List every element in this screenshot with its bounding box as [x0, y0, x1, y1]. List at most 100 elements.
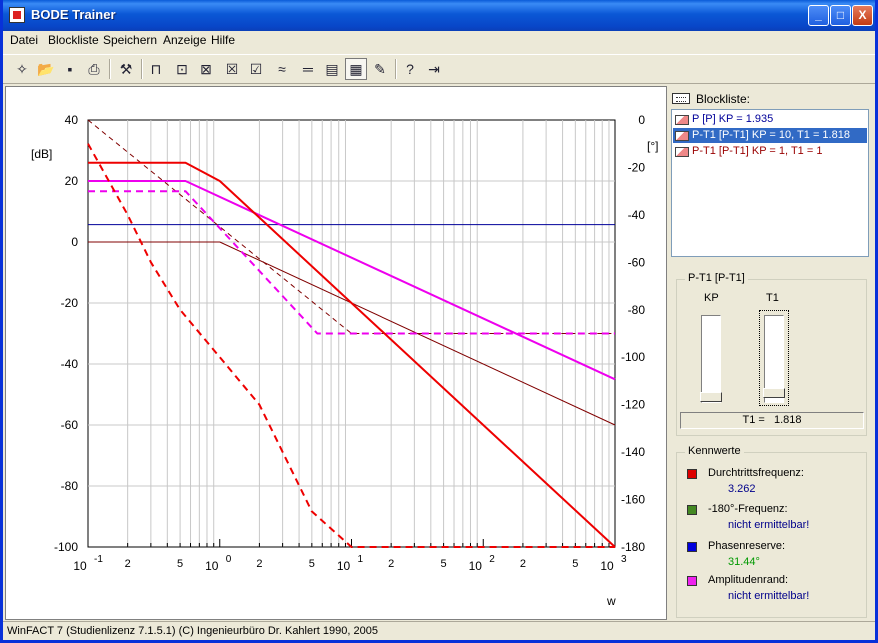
x-minor-label: 5 — [572, 558, 578, 570]
dt1-block-icon[interactable]: ⊠ — [195, 58, 217, 80]
window-title: BODE Trainer — [31, 7, 116, 22]
y-right-tick-label: -100 — [621, 350, 645, 364]
phase-margin-color-square — [687, 542, 697, 552]
bode-edit-icon[interactable]: ⚒ — [115, 58, 137, 80]
y-right-tick-label: -80 — [628, 303, 646, 317]
x-minor-label: 2 — [388, 558, 394, 570]
x-minor-label: 5 — [309, 558, 315, 570]
block-list[interactable]: P [P] KP = 1.935 P-T1 [P-T1] KP = 10, T1… — [671, 109, 869, 257]
close-button[interactable]: X — [852, 5, 873, 26]
menu-hilfe[interactable]: Hilfe — [211, 33, 235, 47]
minimize-button[interactable]: _ — [808, 5, 829, 26]
bode-plot: 40200-20-40-60-80-1000-20-40-60-80-100-1… — [31, 113, 658, 608]
x-decade-exponent: 1 — [358, 554, 364, 565]
x-decade-label: 10 — [73, 559, 87, 573]
y-left-tick-label: 40 — [65, 113, 79, 127]
menu-anzeige[interactable]: Anzeige — [163, 33, 206, 47]
block-list-item[interactable]: P [P] KP = 1.935 — [673, 112, 867, 127]
x-decade-exponent: 0 — [226, 554, 232, 565]
open-folder-icon[interactable]: 📂 — [35, 58, 57, 80]
menu-datei[interactable]: Datei — [10, 33, 38, 47]
table-icon[interactable]: ▦ — [345, 58, 367, 80]
y-right-tick-label: -60 — [628, 255, 646, 269]
x-decade-exponent: 3 — [621, 554, 627, 565]
new-file-icon[interactable]: ✧ — [11, 58, 33, 80]
print-icon[interactable]: ⎙ — [83, 58, 105, 80]
y-left-tick-label: -80 — [61, 479, 79, 493]
y-left-tick-label: -40 — [61, 357, 79, 371]
menu-blockliste[interactable]: Blockliste — [48, 33, 99, 47]
t1-readout-value: 1.818 — [773, 414, 802, 426]
crossover-value: 3.262 — [728, 483, 756, 495]
kennwerte-title: Kennwerte — [685, 445, 744, 457]
t1-slider-thumb[interactable] — [763, 388, 785, 398]
block-item-text: P-T1 [P-T1] KP = 1, T1 = 1 — [692, 145, 823, 157]
crossover-label: Durchtrittsfrequenz: — [708, 467, 804, 479]
block-item-text: P-T1 [P-T1] KP = 10, T1 = 1.818 — [692, 129, 850, 141]
maximize-button[interactable]: □ — [830, 5, 851, 26]
params-group-title: P-T1 [P-T1] — [685, 272, 748, 284]
status-bar: WinFACT 7 (Studienlizenz 7.1.5.1) (C) In… — [3, 621, 875, 640]
x-decade-exponent: -1 — [94, 554, 103, 565]
plot-labels: 40200-20-40-60-80-1000-20-40-60-80-100-1… — [31, 113, 658, 608]
kp-label: KP — [704, 292, 719, 304]
x-decade-label: 10 — [600, 559, 614, 573]
t1-readout: T1 = 1.818 — [680, 412, 864, 429]
block-item-text: P [P] KP = 1.935 — [692, 113, 774, 125]
y-left-tick-label: -60 — [61, 418, 79, 432]
x-minor-label: 5 — [441, 558, 447, 570]
phase-margin-value: 31.44° — [728, 556, 760, 568]
x-minor-label: 2 — [520, 558, 526, 570]
block-icon — [675, 114, 689, 125]
main-window: BODE Trainer _ □ X Datei Blockliste Spei… — [0, 0, 878, 643]
y-right-tick-label: -160 — [621, 493, 645, 507]
kp-slider-thumb[interactable] — [700, 392, 722, 402]
edit-block-icon[interactable]: ☑ — [245, 58, 267, 80]
y-left-tick-label: 0 — [71, 235, 78, 249]
hline-icon[interactable]: ═ — [297, 58, 319, 80]
phase180-value: nicht ermittelbar! — [728, 519, 810, 531]
pen-chart-icon[interactable]: ✎ — [369, 58, 391, 80]
bode-plot-panel[interactable]: 40 20 0 -20 -40 -60 -80 -100 0 -20 -40 -60 -80 -100 -1… — [5, 86, 667, 620]
waves-icon[interactable]: ≈ — [271, 58, 293, 80]
p-block-icon[interactable]: ⊓ — [145, 58, 167, 80]
y-left-tick-label: -100 — [54, 540, 78, 554]
gain-margin-color-square — [687, 576, 697, 586]
x-minor-label: 2 — [256, 558, 262, 570]
save-disk-icon[interactable]: ▪ — [59, 58, 81, 80]
phase180-label: -180°-Frequenz: — [708, 503, 788, 515]
t1-slider[interactable] — [763, 315, 785, 403]
toolbar-separator — [109, 59, 111, 79]
x-minor-label: 2 — [125, 558, 131, 570]
phase180-color-square — [687, 505, 697, 515]
y-left-tick-label: 20 — [65, 174, 79, 188]
help-icon[interactable]: ? — [399, 58, 421, 80]
status-text: WinFACT 7 (Studienlizenz 7.1.5.1) (C) In… — [7, 625, 378, 637]
x-axis-label: w — [606, 594, 616, 608]
block-list-item-selected[interactable]: P-T1 [P-T1] KP = 10, T1 = 1.818 — [673, 128, 867, 143]
block-list-icon — [672, 93, 690, 104]
app-icon[interactable] — [9, 7, 25, 23]
block-icon — [675, 146, 689, 157]
block-list-item[interactable]: P-T1 [P-T1] KP = 1, T1 = 1 — [673, 144, 867, 159]
menu-bar: Datei Blockliste Speichern Anzeige Hilfe — [3, 31, 875, 49]
gain-margin-value: nicht ermittelbar! — [728, 590, 810, 602]
exit-door-icon[interactable]: ⇥ — [423, 58, 445, 80]
y-right-tick-label: -140 — [621, 445, 645, 459]
blockliste-label: Blockliste: — [696, 92, 751, 106]
pt1-block-icon[interactable]: ⊡ — [171, 58, 193, 80]
phase-margin-label: Phasenreserve: — [708, 540, 786, 552]
title-bar[interactable]: BODE Trainer _ □ X — [3, 0, 875, 31]
t1-readout-label: T1 = — [742, 414, 765, 426]
x-decade-label: 10 — [205, 559, 219, 573]
x-decade-exponent: 2 — [489, 554, 495, 565]
kp-slider[interactable] — [700, 315, 722, 403]
y-right-tick-label: -40 — [628, 208, 646, 222]
menu-speichern[interactable]: Speichern — [103, 33, 157, 47]
delete-block-icon[interactable]: ☒ — [221, 58, 243, 80]
toolbar-separator — [141, 59, 143, 79]
x-decade-label: 10 — [469, 559, 483, 573]
y-left-tick-label: -20 — [61, 296, 79, 310]
y-left-axis-label: [dB] — [31, 147, 52, 161]
grid-lines-icon[interactable]: ▤ — [321, 58, 343, 80]
